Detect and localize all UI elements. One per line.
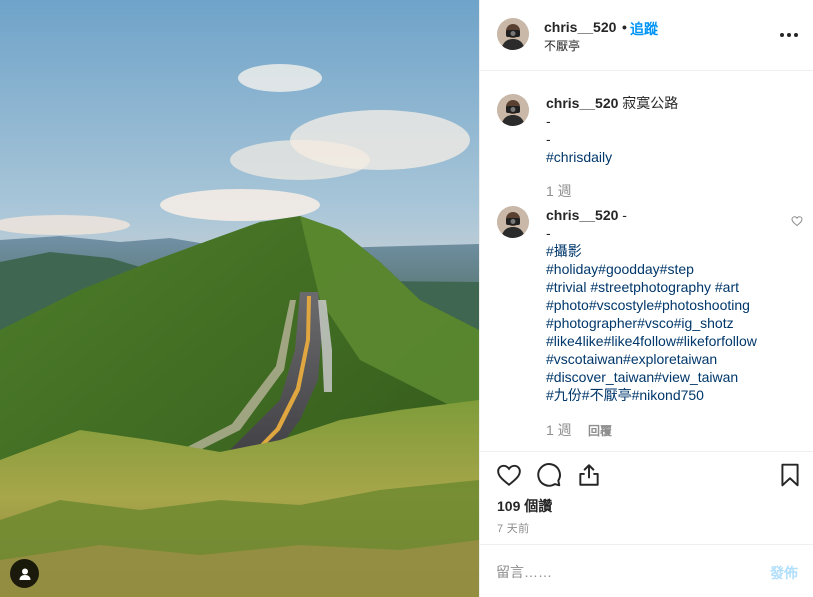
post-photo[interactable] (0, 0, 479, 597)
comment-input[interactable] (496, 561, 736, 583)
post-actions: 109 個讚 7 天前 (480, 451, 813, 544)
post-location[interactable]: 不厭亭 (544, 37, 580, 54)
post-header: chris__520 • 追蹤 不厭亭 (480, 0, 813, 71)
caption-line: - (546, 113, 551, 129)
follow-button[interactable]: 追蹤 (630, 19, 658, 39)
separator-dot: • (622, 19, 627, 35)
comment-age[interactable]: 1 週 (546, 420, 572, 440)
post-details-panel: chris__520 • 追蹤 不厭亭 chris__520 寂寞公路 - - … (479, 0, 813, 597)
post-comment-button[interactable]: 發佈 (770, 563, 798, 583)
caption-username[interactable]: chris__520 (546, 95, 618, 111)
mountain-road-photo (0, 0, 479, 597)
caption-age[interactable]: 1 週 (546, 181, 572, 201)
hashtag-link[interactable]: #攝影 (546, 242, 757, 260)
likes-count[interactable]: 109 個讚 (497, 496, 552, 516)
share-icon[interactable] (576, 462, 602, 488)
hashtag-link[interactable]: #discover_taiwan#view_taiwan (546, 368, 757, 386)
post-timestamp[interactable]: 7 天前 (497, 520, 529, 536)
hashtag-link[interactable]: #photo#vscostyle#photoshooting (546, 296, 757, 314)
comment-icon[interactable] (536, 462, 562, 488)
comment-line: - (546, 225, 551, 241)
post-author-username[interactable]: chris__520 (544, 19, 616, 35)
hashtag-link[interactable]: #九份#不厭亭#nikond750 (546, 386, 757, 404)
hashtag-link[interactable]: #like4like#like4follow#likeforfollow (546, 332, 757, 350)
reply-button[interactable]: 回覆 (588, 422, 612, 439)
hashtag-link[interactable]: #holiday#goodday#step (546, 260, 757, 278)
hashtag-link[interactable]: #photographer#vsco#ig_shotz (546, 314, 757, 332)
heart-icon[interactable] (496, 462, 522, 488)
more-options-icon[interactable] (780, 24, 802, 46)
like-comment-heart-icon[interactable] (791, 215, 803, 227)
avatar[interactable] (497, 206, 529, 238)
add-comment-bar: 發佈 (480, 544, 813, 597)
person-icon (19, 568, 30, 580)
bookmark-icon[interactable] (777, 462, 803, 488)
caption-text: 寂寞公路 (622, 95, 679, 111)
tagged-users-button[interactable] (10, 559, 39, 588)
hashtag-link[interactable]: #vscotaiwan#exploretaiwan (546, 350, 757, 368)
caption-line: - (546, 131, 551, 147)
hashtag-link[interactable]: #chrisdaily (546, 148, 678, 166)
comment: chris__520 - - #攝影 #holiday#goodday#step… (546, 206, 757, 404)
caption: chris__520 寂寞公路 - - #chrisdaily (546, 94, 678, 166)
comments-list[interactable]: chris__520 寂寞公路 - - #chrisdaily 1 週 chri… (480, 71, 813, 451)
avatar[interactable] (497, 18, 529, 50)
avatar[interactable] (497, 94, 529, 126)
comment-username[interactable]: chris__520 (546, 207, 618, 223)
instagram-post-view: chris__520 • 追蹤 不厭亭 chris__520 寂寞公路 - - … (0, 0, 813, 597)
hashtag-link[interactable]: #trivial #streetphotography #art (546, 278, 757, 296)
comment-text: - (622, 207, 627, 223)
